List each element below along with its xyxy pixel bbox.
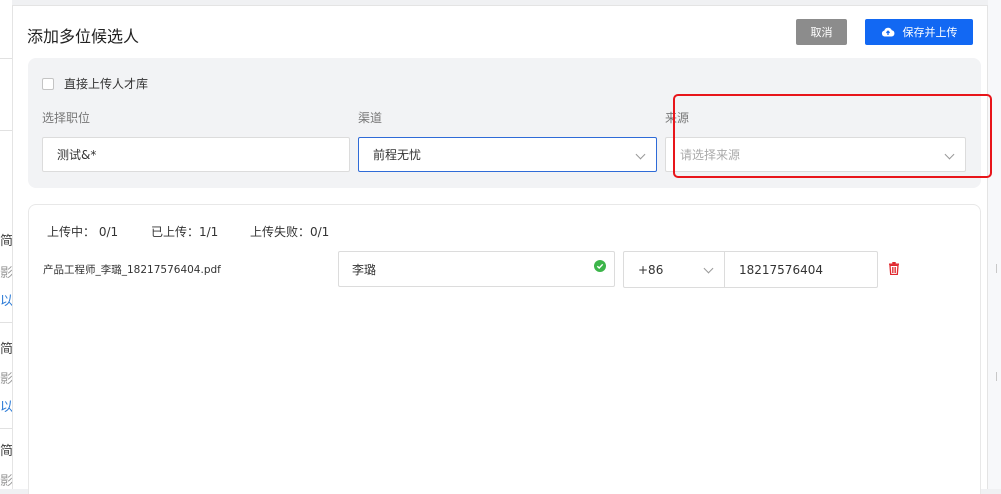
uploaded-status: 已上传：1/1 xyxy=(151,225,219,239)
background-text: 影 xyxy=(0,266,12,281)
chevron-down-icon xyxy=(703,263,714,274)
background-link[interactable]: 以 xyxy=(0,290,12,309)
direct-upload-option[interactable]: 直接上传人才库 xyxy=(42,75,148,92)
channel-select[interactable]: 前程无忧 xyxy=(358,137,657,172)
channel-value: 前程无忧 xyxy=(373,148,422,162)
uploading-status: 上传中： 0/1 xyxy=(47,225,119,239)
background-text: 简 xyxy=(0,234,12,249)
cancel-button[interactable]: 取消 xyxy=(796,19,847,45)
position-label: 选择职位 xyxy=(42,111,91,125)
background-text: 简 xyxy=(0,342,12,357)
file-row: 产品工程师_李璐_18217576404.pdf 李璐 +86 18217576… xyxy=(29,250,980,290)
chevron-down-icon xyxy=(635,149,646,160)
chevron-down-icon xyxy=(944,149,955,160)
phone-input-group: +86 18217576404 xyxy=(623,251,878,288)
modal-title: 添加多位候选人 xyxy=(27,27,140,46)
background-page: 简 影 以 简 影 以 简 影 xyxy=(0,0,12,489)
direct-upload-label: 直接上传人才库 xyxy=(64,77,149,91)
candidate-name-value: 李璐 xyxy=(352,262,377,277)
file-name: 产品工程师_李璐_18217576404.pdf xyxy=(43,264,221,276)
background-text: 影 xyxy=(0,372,12,387)
background-text: 简 xyxy=(0,444,12,459)
divider xyxy=(0,428,12,429)
channel-label: 渠道 xyxy=(358,111,383,125)
phone-number-value: 18217576404 xyxy=(739,262,823,277)
divider xyxy=(0,130,12,131)
failed-status: 上传失败：0/1 xyxy=(250,225,330,239)
divider xyxy=(0,58,12,59)
check-circle-icon xyxy=(594,260,606,272)
save-and-upload-button[interactable]: 保存并上传 xyxy=(865,19,973,45)
upload-settings-panel: 直接上传人才库 选择职位 测试&* 渠道 前程无忧 来源 请选择来源 xyxy=(28,58,992,188)
source-select[interactable]: 请选择来源 xyxy=(665,137,966,172)
position-input[interactable]: 测试&* xyxy=(42,137,350,172)
cancel-button-label: 取消 xyxy=(810,26,833,39)
divider xyxy=(0,322,12,323)
source-placeholder: 请选择来源 xyxy=(680,148,741,162)
background-link[interactable]: 以 xyxy=(0,396,12,415)
candidate-name-input[interactable]: 李璐 xyxy=(338,251,615,287)
upload-list-panel: 上传中： 0/1 已上传：1/1 上传失败：0/1 产品工程师_李璐_18217… xyxy=(28,204,981,494)
trash-icon[interactable] xyxy=(888,262,900,275)
cloud-upload-icon xyxy=(881,27,894,37)
country-code-value: +86 xyxy=(638,262,664,277)
position-value: 测试&* xyxy=(57,148,97,162)
direct-upload-checkbox[interactable] xyxy=(42,77,54,90)
add-candidates-modal: 添加多位候选人 取消 保存并上传 直接上传人才库 选择职位 测试&* 渠道 前程… xyxy=(12,5,992,494)
source-label: 来源 xyxy=(665,111,690,125)
background-text: 影 xyxy=(0,474,12,489)
country-code-select[interactable]: +86 xyxy=(624,252,725,287)
save-button-label: 保存并上传 xyxy=(902,26,958,39)
background-page-right xyxy=(988,0,1001,489)
background-mark xyxy=(996,264,1001,273)
background-mark xyxy=(996,372,1001,381)
phone-number-input[interactable]: 18217576404 xyxy=(726,252,823,287)
